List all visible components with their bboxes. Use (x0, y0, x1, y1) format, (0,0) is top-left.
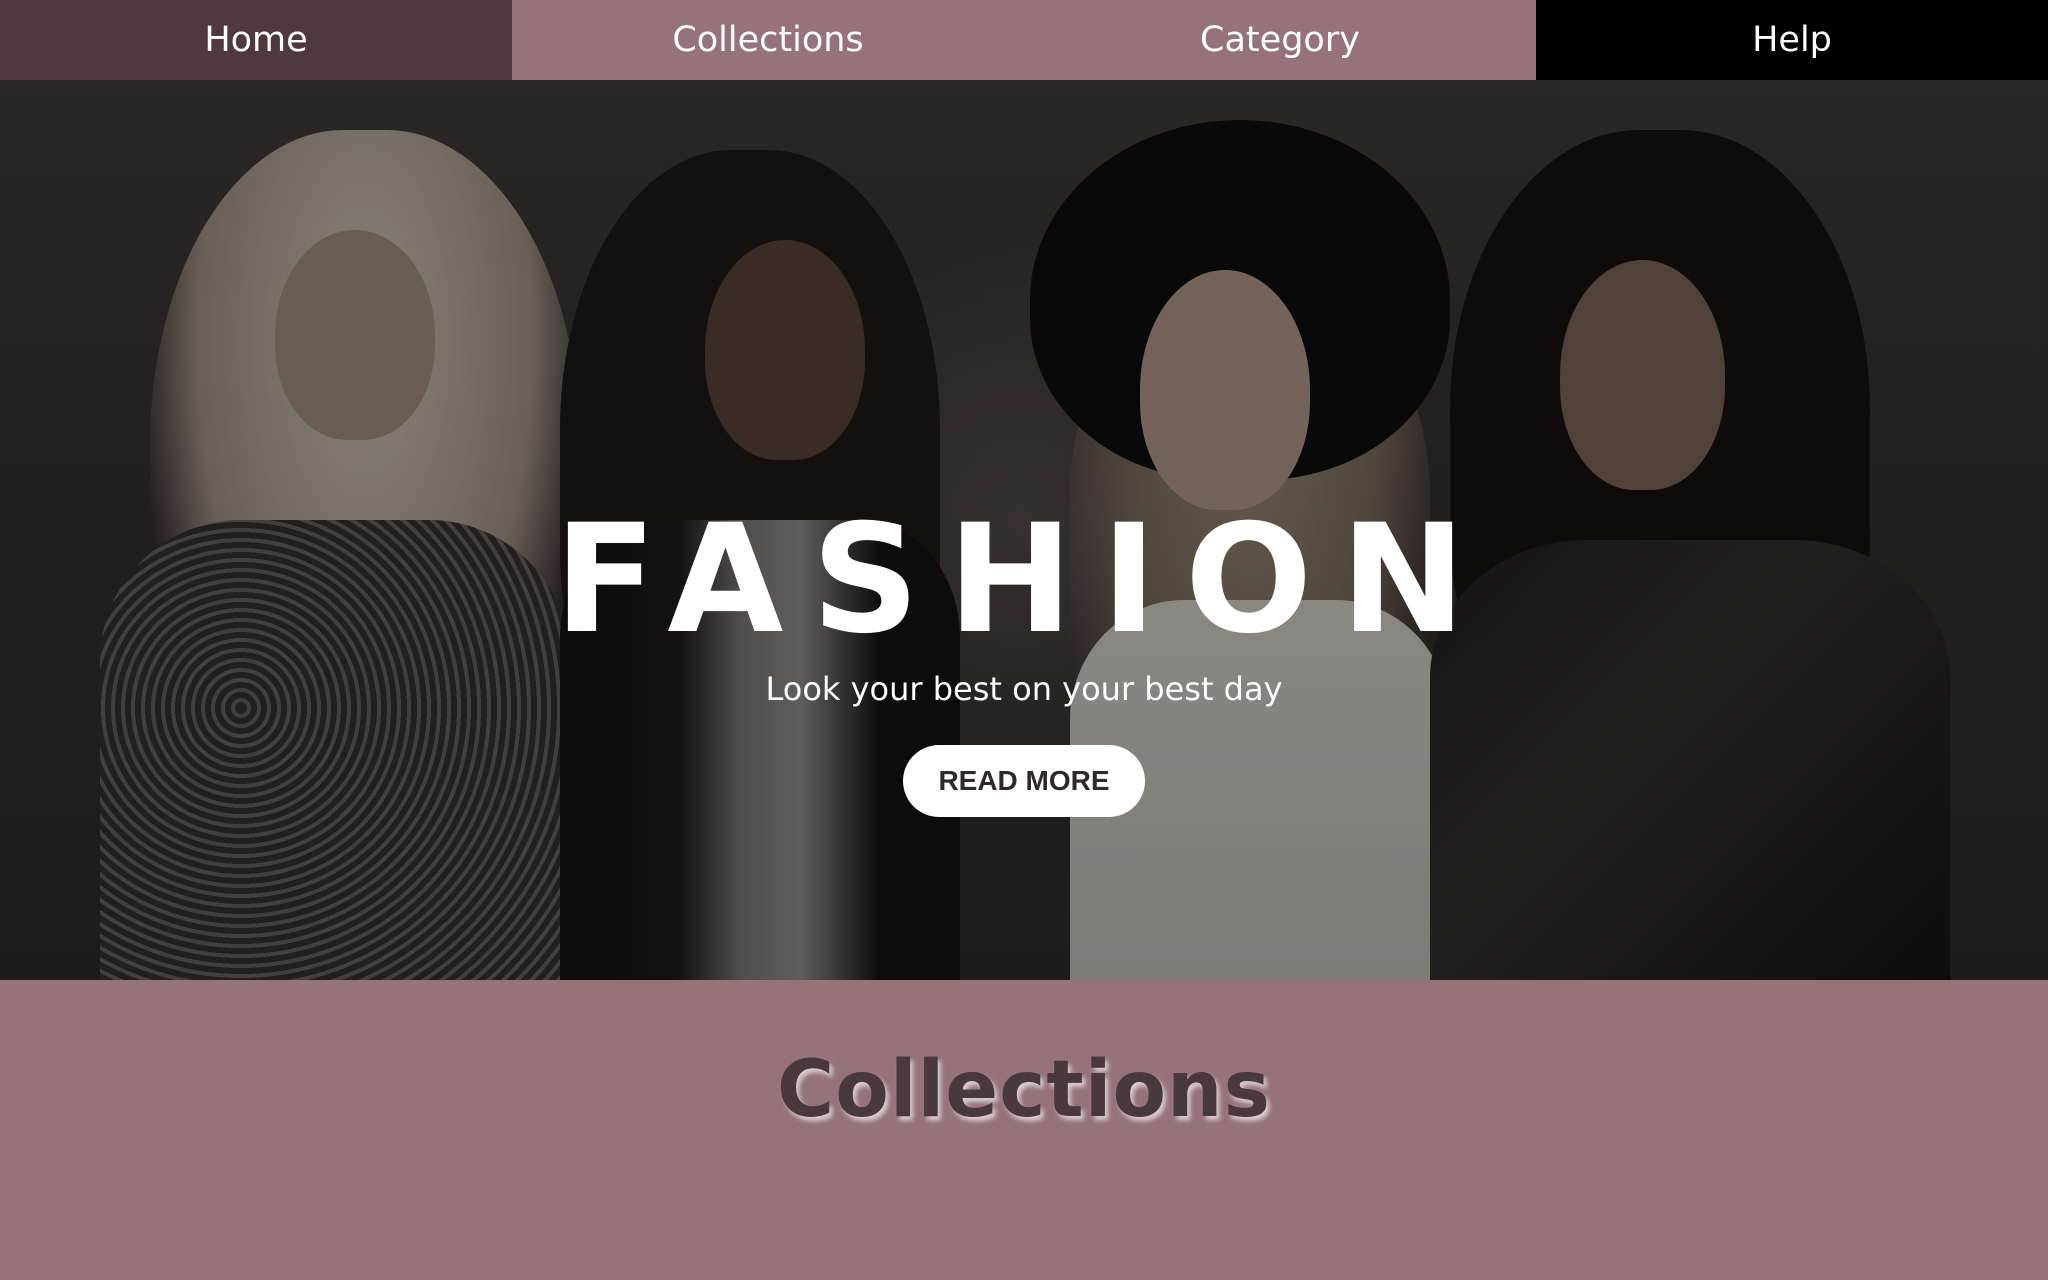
collections-heading: Collections (776, 1045, 1271, 1135)
top-navigation: Home Collections Category Help (0, 0, 2048, 80)
collections-section: Collections (0, 980, 2048, 1280)
nav-item-category[interactable]: Category (1024, 0, 1536, 80)
hero-banner: FASHION Look your best on your best day … (0, 80, 2048, 980)
nav-item-help[interactable]: Help (1536, 0, 2048, 80)
hero-subtitle: Look your best on your best day (765, 670, 1283, 708)
read-more-button[interactable]: READ MORE (903, 745, 1145, 817)
nav-item-collections[interactable]: Collections (512, 0, 1024, 80)
hero-title: FASHION (554, 493, 1494, 667)
nav-item-home[interactable]: Home (0, 0, 512, 80)
